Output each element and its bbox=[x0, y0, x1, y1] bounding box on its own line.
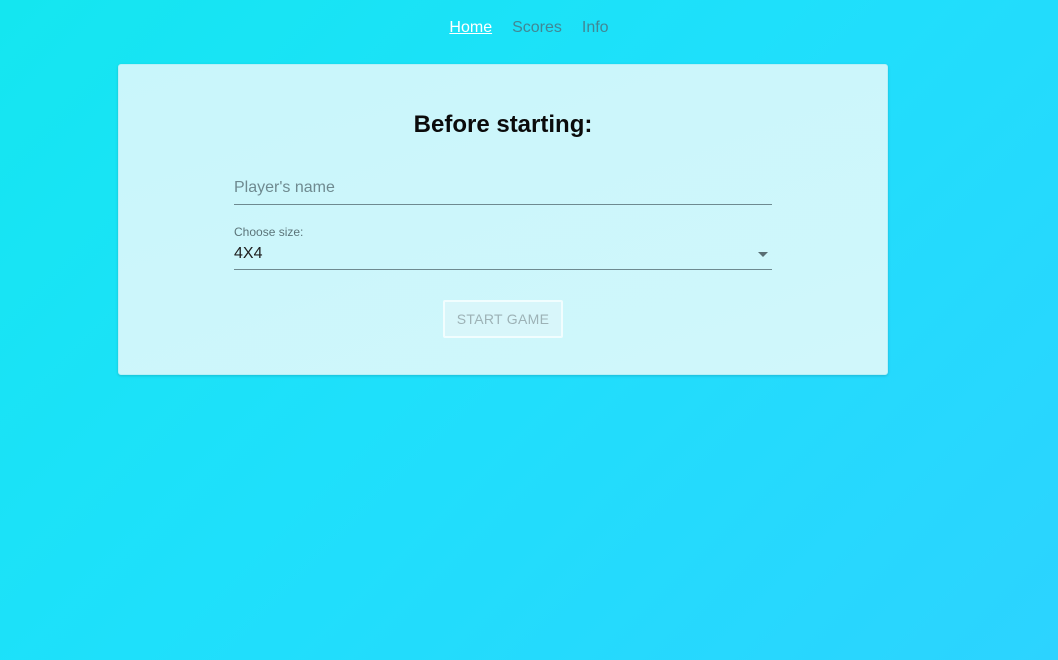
nav-info-link[interactable]: Info bbox=[582, 18, 609, 38]
dropdown-caret-icon bbox=[758, 252, 768, 257]
size-label: Choose size: bbox=[234, 225, 304, 239]
nav-home-link[interactable]: Home bbox=[449, 18, 492, 38]
player-name-input[interactable] bbox=[234, 175, 772, 203]
top-nav: Home Scores Info bbox=[0, 18, 1058, 38]
player-name-field bbox=[234, 175, 772, 205]
size-selected-value: 4X4 bbox=[234, 245, 263, 262]
nav-scores-link[interactable]: Scores bbox=[512, 18, 562, 38]
size-select[interactable]: 4X4 bbox=[234, 241, 772, 270]
start-game-button[interactable]: START GAME bbox=[443, 300, 563, 338]
card-title: Before starting: bbox=[413, 111, 593, 138]
setup-card: Before starting: Choose size: 4X4 START … bbox=[118, 64, 888, 375]
